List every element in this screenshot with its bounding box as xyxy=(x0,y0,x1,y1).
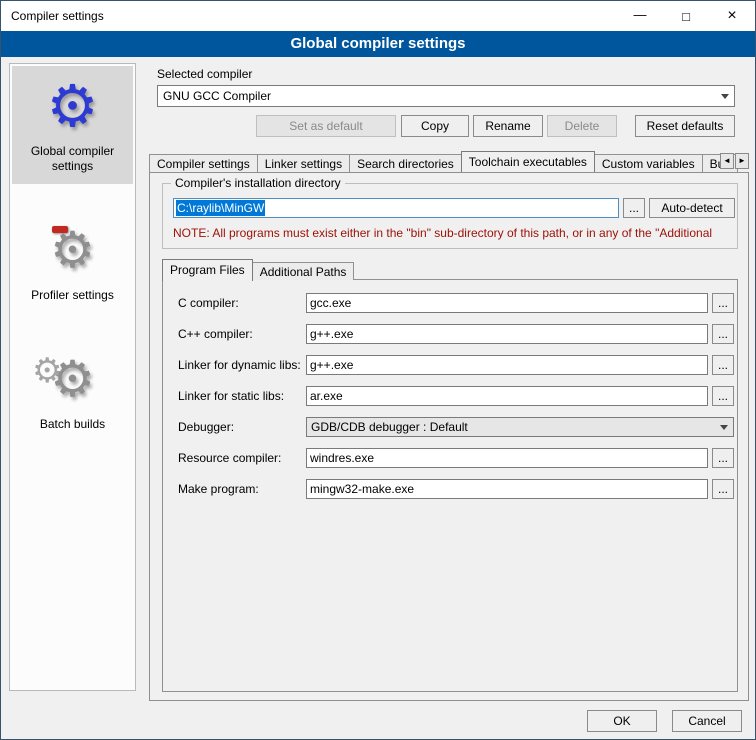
sidebar-item-global-compiler-settings[interactable]: ⚙ Global compiler settings xyxy=(12,66,133,184)
tab-scroll-left-icon[interactable]: ◄ xyxy=(720,153,734,169)
field-row-linker-static: Linker for static libs: ... xyxy=(163,386,737,407)
sidebar-item-batch-builds[interactable]: ⚙ ⚙ Batch builds xyxy=(12,339,133,442)
selected-compiler-value: GNU GCC Compiler xyxy=(163,89,271,103)
program-files-tab-bar: Program Files Additional Paths xyxy=(162,259,354,280)
linker-static-input[interactable] xyxy=(306,386,708,406)
resource-compiler-input[interactable] xyxy=(306,448,708,468)
make-program-input[interactable] xyxy=(306,479,708,499)
installation-directory-group: Compiler's installation directory C:\ray… xyxy=(162,183,738,249)
sidebar-item-label: Global compiler settings xyxy=(14,144,131,174)
batch-builds-gears-icon: ⚙ ⚙ xyxy=(14,347,131,411)
installation-directory-value: C:\raylib\MinGW xyxy=(176,200,265,216)
tab-additional-paths[interactable]: Additional Paths xyxy=(252,262,355,280)
settings-sidebar: ⚙ Global compiler settings ⚙ Profiler se… xyxy=(9,63,136,691)
field-row-linker-dynamic: Linker for dynamic libs: ... xyxy=(163,355,737,376)
tab-compiler-settings[interactable]: Compiler settings xyxy=(149,154,258,172)
tab-scroll-arrows: ◄ ► xyxy=(719,153,755,737)
profiler-icon: ⚙ xyxy=(14,218,131,282)
tab-search-directories[interactable]: Search directories xyxy=(349,154,462,172)
rename-button[interactable]: Rename xyxy=(473,115,543,137)
cpp-compiler-input[interactable] xyxy=(306,324,708,344)
tab-scroll-right-icon[interactable]: ► xyxy=(735,153,749,169)
delete-button[interactable]: Delete xyxy=(547,115,617,137)
dialog-header: Global compiler settings xyxy=(1,31,755,57)
window-controls: — □ × xyxy=(617,1,755,31)
profiler-red-accent xyxy=(52,226,68,233)
debugger-value: GDB/CDB debugger : Default xyxy=(311,420,468,434)
minimize-icon: — xyxy=(634,7,647,22)
selected-compiler-dropdown[interactable]: GNU GCC Compiler xyxy=(157,85,735,107)
c-compiler-label: C compiler: xyxy=(178,296,239,310)
installation-directory-browse-button[interactable]: ... xyxy=(623,198,645,218)
resource-compiler-label: Resource compiler: xyxy=(178,451,281,465)
tab-custom-variables[interactable]: Custom variables xyxy=(594,154,703,172)
sidebar-item-label: Batch builds xyxy=(14,417,131,432)
minimize-button[interactable]: — xyxy=(617,1,663,31)
linker-dynamic-input[interactable] xyxy=(306,355,708,375)
ok-button[interactable]: OK xyxy=(587,710,657,732)
close-icon: × xyxy=(727,7,736,25)
settings-tab-bar: Compiler settings Linker settings Search… xyxy=(149,151,749,172)
maximize-button[interactable]: □ xyxy=(663,1,709,31)
linker-static-label: Linker for static libs: xyxy=(178,389,284,403)
linker-dynamic-label: Linker for dynamic libs: xyxy=(178,358,301,372)
installation-directory-group-title: Compiler's installation directory xyxy=(171,176,345,190)
c-compiler-input[interactable] xyxy=(306,293,708,313)
sidebar-item-label: Profiler settings xyxy=(14,288,131,303)
field-row-debugger: Debugger: GDB/CDB debugger : Default xyxy=(163,417,737,438)
close-button[interactable]: × xyxy=(709,1,755,31)
field-row-make-program: Make program: ... xyxy=(163,479,737,500)
program-files-panel: C compiler: ... C++ compiler: ... Linker… xyxy=(162,279,738,692)
debugger-label: Debugger: xyxy=(178,420,234,434)
field-row-c-compiler: C compiler: ... xyxy=(163,293,737,314)
reset-defaults-button[interactable]: Reset defaults xyxy=(635,115,735,137)
make-program-label: Make program: xyxy=(178,482,259,496)
copy-button[interactable]: Copy xyxy=(401,115,469,137)
cpp-compiler-label: C++ compiler: xyxy=(178,327,253,341)
maximize-icon: □ xyxy=(682,9,690,24)
field-row-cpp-compiler: C++ compiler: ... xyxy=(163,324,737,345)
selected-compiler-label: Selected compiler xyxy=(157,67,252,81)
toolchain-executables-panel: Compiler's installation directory C:\ray… xyxy=(149,172,749,701)
global-compiler-gear-icon: ⚙ xyxy=(14,74,131,138)
tab-linker-settings[interactable]: Linker settings xyxy=(257,154,350,172)
tab-toolchain-executables[interactable]: Toolchain executables xyxy=(461,151,595,172)
installation-directory-note: NOTE: All programs must exist either in … xyxy=(173,226,735,240)
chevron-down-icon xyxy=(716,86,734,106)
set-as-default-button[interactable]: Set as default xyxy=(256,115,396,137)
tab-program-files[interactable]: Program Files xyxy=(162,259,253,281)
installation-directory-input[interactable]: C:\raylib\MinGW xyxy=(173,198,619,218)
field-row-resource-compiler: Resource compiler: ... xyxy=(163,448,737,469)
window-title: Compiler settings xyxy=(1,9,104,23)
debugger-dropdown[interactable]: GDB/CDB debugger : Default xyxy=(306,417,734,437)
sidebar-item-profiler-settings[interactable]: ⚙ Profiler settings xyxy=(12,210,133,313)
title-bar[interactable]: Compiler settings — □ × xyxy=(1,1,755,31)
